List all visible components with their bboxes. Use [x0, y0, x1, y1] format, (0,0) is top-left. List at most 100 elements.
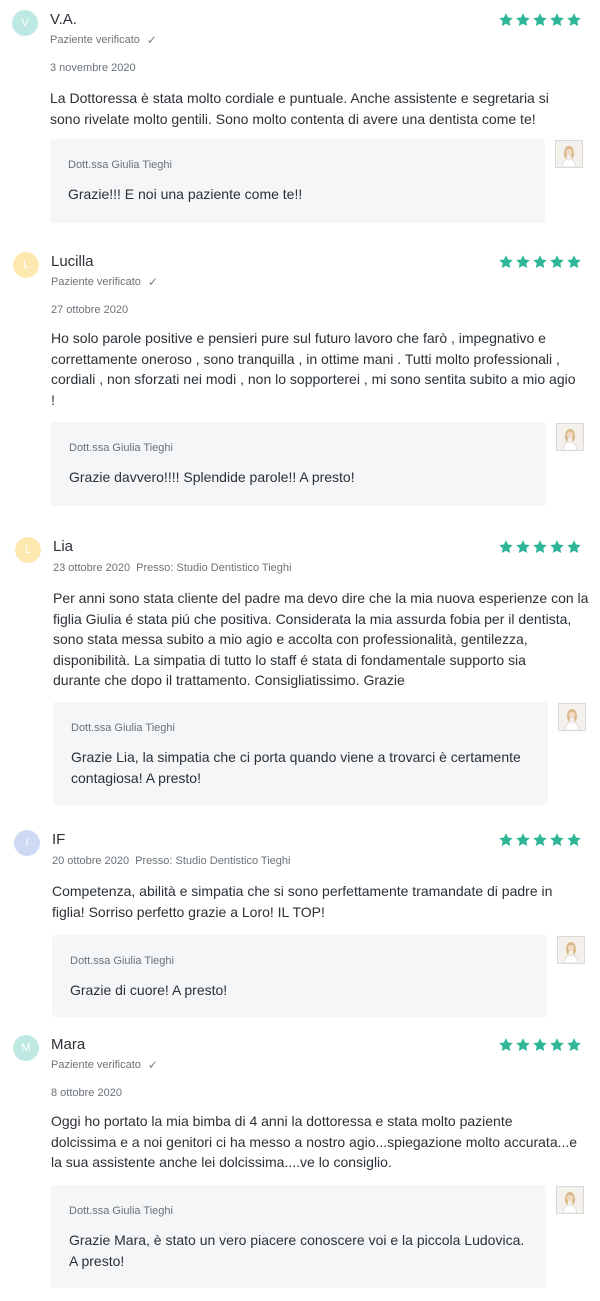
avatar: M: [13, 1035, 39, 1061]
star-icon: [567, 13, 581, 26]
review-text-line: la sua assistente anche lei dolcissima..…: [51, 1154, 392, 1170]
checkmark-icon: ✓: [147, 275, 158, 289]
doctor-photo-icon: [558, 937, 584, 963]
review-text-line: durante che dopo il trattamento. Consigl…: [53, 672, 405, 688]
star-icon: [550, 13, 564, 26]
star-icon: [516, 255, 530, 268]
star-rating: [498, 254, 582, 270]
doctor-avatar: [556, 423, 584, 451]
review-card: I IF 20 ottobre 2020 Presso: Studio Dentis…: [0, 820, 600, 1017]
verified-badge: Paziente verificato ✓: [51, 1058, 158, 1072]
reply-text: Grazie davvero!!!! Splendide parole!! A …: [69, 467, 355, 488]
reply-text-line: A presto!: [69, 1252, 125, 1269]
star-icon: [499, 1038, 513, 1051]
reviewer-name: Mara: [51, 1036, 86, 1053]
doctor-avatar: [555, 140, 583, 168]
review-text-line: figlia! Sorriso perfetto grazie a Loro! …: [52, 903, 325, 920]
reply-text: Grazie di cuore! A presto!: [70, 980, 227, 1001]
review-card: V V.A. Paziente verificato ✓ 3 novembre 2020…: [0, 0, 600, 223]
doctor-photo-icon: [557, 1187, 583, 1213]
review-text-line: !: [51, 391, 55, 408]
review-text: Competenza, abilità e simpatia che si so…: [52, 881, 552, 922]
star-icon: [499, 833, 513, 846]
verified-label: Paziente verificato: [51, 1059, 141, 1071]
star-icon: [533, 1038, 547, 1051]
review-text: Oggi ho portato la mia bimba di 4 anni l…: [51, 1111, 577, 1173]
review-text: Per anni sono stata cliente del padre ma…: [53, 588, 588, 691]
doctor-reply: Dott.ssa Giulia Tieghi Grazie Mara, è sta…: [51, 1185, 546, 1288]
star-icon: [516, 1038, 530, 1051]
doctor-avatar: [558, 703, 586, 731]
star-icon: [567, 833, 581, 846]
reviewer-name: Lia: [53, 538, 74, 555]
avatar: I: [14, 830, 40, 856]
doctor-photo-icon: [557, 424, 583, 450]
review-text-line: correttamente oneroso , sono tranquilla …: [51, 350, 560, 367]
verified-badge: Paziente verificato ✓: [51, 275, 158, 289]
avatar: L: [13, 252, 39, 278]
reply-text-line: Grazie!!! E noi una paziente come te!!: [68, 186, 303, 202]
doctor-avatar: [557, 936, 585, 964]
star-icon: [533, 540, 547, 553]
star-rating: [498, 539, 582, 555]
reply-author: Dott.ssa Giulia Tieghi: [68, 159, 172, 171]
reviewer-name: V.A.: [50, 11, 77, 28]
star-icon: [567, 1038, 581, 1051]
reply-text: Grazie!!! E noi una paziente come te!!: [68, 184, 302, 205]
avatar: L: [15, 537, 41, 563]
doctor-reply: Dott.ssa Giulia Tieghi Grazie di cuore! A…: [52, 935, 547, 1017]
star-rating: [498, 832, 582, 848]
reply-text-line: contagiosa! A presto!: [71, 769, 201, 786]
doctor-avatar: [556, 1186, 584, 1214]
reply-text-line: Grazie Mara, è stato un vero piacere con…: [69, 1232, 525, 1248]
reply-author: Dott.ssa Giulia Tieghi: [69, 1205, 173, 1217]
star-icon: [516, 833, 530, 846]
star-icon: [499, 13, 513, 26]
star-icon: [567, 540, 581, 553]
review-text-line: Ho solo parole positive e pensieri pure …: [51, 330, 546, 346]
reply-author: Dott.ssa Giulia Tieghi: [70, 955, 174, 967]
star-icon: [533, 13, 547, 26]
review-text-line: cordiali , non sforzati nei modi , non l…: [51, 371, 576, 387]
review-date: 8 ottobre 2020: [51, 1087, 122, 1099]
star-icon: [550, 540, 564, 553]
review-text-line: Oggi ho portato la mia bimba di 4 anni l…: [51, 1113, 513, 1129]
review-text-line: Competenza, abilità e simpatia che si so…: [52, 883, 553, 899]
doctor-photo-icon: [556, 141, 582, 167]
star-icon: [499, 540, 513, 553]
review-text-line: disponibilità. La simpatia di tutto lo s…: [53, 651, 526, 668]
verified-badge: Paziente verificato ✓: [50, 33, 157, 47]
star-icon: [567, 255, 581, 268]
doctor-photo-icon: [559, 704, 585, 730]
star-icon: [550, 833, 564, 846]
star-icon: [516, 13, 530, 26]
review-text-line: figlia Giulia é stata piú che positiva. …: [53, 610, 572, 627]
review-card: L Lucilla Paziente verificato ✓ 27 ottobre 2…: [0, 242, 600, 506]
review-text-line: Per anni sono stata cliente del padre ma…: [53, 590, 589, 606]
review-card: L Lia 23 ottobre 2020 Presso: Studio Denti…: [0, 527, 600, 805]
doctor-reply: Dott.ssa Giulia Tieghi Grazie Lia, la sim…: [53, 702, 548, 805]
review-text-line: dolcissima e a noi genitori ci ha messo …: [51, 1133, 578, 1150]
star-icon: [499, 255, 513, 268]
review-text-line: sono stata messa subito a mio agio e acc…: [53, 631, 528, 647]
star-icon: [550, 255, 564, 268]
reviewer-name: Lucilla: [51, 253, 94, 270]
reply-author: Dott.ssa Giulia Tieghi: [71, 722, 175, 734]
review-text-line: sono rivelate molto gentili. Sono molto …: [50, 110, 536, 127]
star-rating: [498, 1037, 582, 1053]
doctor-reply: Dott.ssa Giulia Tieghi Grazie!!! E noi un…: [50, 139, 545, 223]
reply-text: Grazie Lia, la simpatia che ci porta qua…: [71, 747, 521, 788]
reply-text: Grazie Mara, è stato un vero piacere con…: [69, 1230, 524, 1271]
review-text: La Dottoressa è stata molto cordiale e p…: [50, 88, 549, 129]
review-card: M Mara Paziente verificato ✓ 8 ottobre 2020 O…: [0, 1025, 600, 1288]
avatar: V: [12, 10, 38, 36]
star-icon: [533, 833, 547, 846]
star-rating: [498, 12, 582, 28]
verified-label: Paziente verificato: [50, 34, 140, 46]
review-text: Ho solo parole positive e pensieri pure …: [51, 328, 576, 410]
review-date: 3 novembre 2020: [50, 62, 136, 74]
star-icon: [516, 540, 530, 553]
star-icon: [550, 1038, 564, 1051]
review-date-location: 20 ottobre 2020 Presso: Studio Dentistic…: [52, 855, 291, 867]
checkmark-icon: ✓: [147, 1058, 158, 1072]
